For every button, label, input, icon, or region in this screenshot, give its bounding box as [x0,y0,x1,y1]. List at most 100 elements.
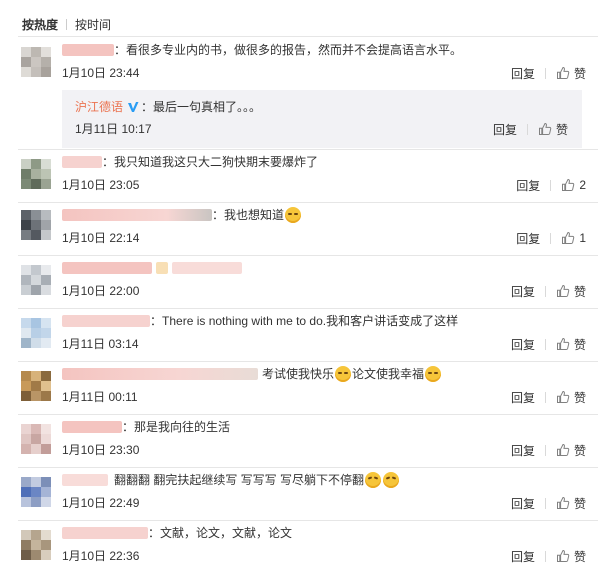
thumbs-up-icon [556,496,570,510]
divider [18,414,598,415]
sort-tabs: 按热度 按时间 [22,16,111,32]
comment-text: 文献，论文，文献，论文 [160,526,293,540]
thumbs-up-icon [556,390,570,404]
comment-item: ： There is nothing with me to do.我和客户讲话变… [18,313,598,359]
comment-item: 考试使我快乐 论文使我幸福 1月11日 00:11 回复 赞 [18,366,598,412]
avatar[interactable] [21,530,51,560]
avatar[interactable] [21,424,51,454]
reply-button[interactable]: 回复 [511,495,535,512]
comment-item: ： 我也想知道 1月10日 22:14 回复 1 [18,207,598,253]
thumbs-up-icon [561,178,575,192]
like-button[interactable]: 赞 [538,121,568,138]
reply-button[interactable]: 回复 [511,442,535,459]
reply-button[interactable]: 回复 [516,177,540,194]
like-count: 赞 [573,66,586,81]
comment-item: ： 看很多专业内的书，做很多的报告，然而并不会提高语言水平。 1月10日 23:… [18,40,598,90]
comment-time: 1月10日 22:00 [62,284,140,298]
username-blurred[interactable] [62,315,150,327]
thumbs-up-icon [538,122,552,136]
comment-time: 1月11日 00:11 [62,390,138,404]
reply-button[interactable]: 回复 [511,548,535,565]
comment-text: There is nothing with me to do.我和客户讲话变成了… [162,314,459,328]
comment-time: 1月10日 23:05 [62,178,140,192]
like-count: 2 [579,178,586,192]
laughing-emoji-icon [383,472,400,488]
thumbs-up-icon [556,443,570,457]
thumbs-up-icon [561,231,575,245]
username-blurred[interactable] [62,156,102,168]
reply-time: 1月11日 10:17 [75,122,152,136]
tab-sort-by-popularity[interactable]: 按热度 [22,16,58,33]
username-blurred[interactable] [62,209,212,221]
like-button[interactable]: 赞 [556,336,586,353]
reply-button[interactable]: 回复 [511,283,535,300]
comment-item: ： 那是我向往的生活 1月10日 23:30 回复 赞 [18,419,598,465]
comment-text: 论文使我幸福 [352,367,425,381]
avatar[interactable] [21,210,51,240]
emoji-icon [335,366,352,382]
emoji-icon [425,366,442,382]
reply-button[interactable]: 回复 [511,389,535,406]
like-button[interactable]: 赞 [556,442,586,459]
username-blurred[interactable] [62,44,114,56]
like-button[interactable]: 赞 [556,495,586,512]
divider [18,308,598,309]
like-button[interactable]: 赞 [556,389,586,406]
comment-text: 翻翻翻 翻完扶起继续写 写写写 写尽躺下不停翻 [114,473,365,487]
comment-text: 看很多专业内的书，做很多的报告，然而并不会提高语言水平。 [126,43,463,57]
avatar[interactable] [21,159,51,189]
username-blurred[interactable] [62,527,148,539]
reply-button[interactable]: 回复 [511,336,535,353]
tab-sort-by-time[interactable]: 按时间 [75,16,111,33]
username-blurred[interactable] [62,368,258,380]
like-count: 赞 [573,496,586,511]
thumbs-up-icon [556,549,570,563]
avatar[interactable] [21,477,51,507]
like-count: 赞 [555,122,568,137]
like-button[interactable]: 赞 [556,548,586,565]
comment-item: 翻翻翻 翻完扶起继续写 写写写 写尽躺下不停翻 1月10日 22:49 回复 赞 [18,472,598,518]
like-button[interactable]: 赞 [556,283,586,300]
like-button[interactable]: 1 [561,231,586,245]
comment-time: 1月10日 23:30 [62,443,140,457]
reply-button[interactable]: 回复 [516,230,540,247]
divider [18,361,598,362]
divider [18,149,598,150]
username-blurred[interactable] [62,474,108,486]
avatar[interactable] [21,47,51,77]
comment-item: 1月10日 22:00 回复 赞 [18,260,598,306]
divider [18,255,598,256]
like-button[interactable]: 赞 [556,65,586,82]
comment-time: 1月10日 23:44 [62,66,140,80]
avatar[interactable] [21,265,51,295]
like-count: 赞 [573,549,586,564]
laughing-emoji-icon [365,472,382,488]
comment-item: ： 我只知道我这只大二狗快期末要爆炸了 1月10日 23:05 回复 2 [18,154,598,200]
username-blurred[interactable] [62,262,152,274]
reply-author[interactable]: 沪江德语 [75,99,123,115]
username-blurred[interactable] [62,421,122,433]
comment-time: 1月10日 22:14 [62,231,140,245]
like-count: 赞 [573,284,586,299]
comment-item: ： 文献，论文，文献，论文 1月10日 22:36 回复 赞 [18,525,598,571]
reply-button[interactable]: 回复 [511,65,535,82]
divider [18,36,598,37]
like-count: 赞 [573,337,586,352]
like-count: 1 [579,231,586,245]
thumbs-up-icon [556,337,570,351]
avatar[interactable] [21,318,51,348]
reply-text: 最后一句真相了。。。 [153,100,262,114]
like-button[interactable]: 2 [561,178,586,192]
comment-time: 1月11日 03:14 [62,337,139,351]
avatar[interactable] [21,371,51,401]
thumbs-up-icon [556,66,570,80]
like-count: 赞 [573,390,586,405]
divider [18,202,598,203]
divider [18,520,598,521]
reply-button[interactable]: 回复 [493,121,517,138]
tab-divider [66,18,68,30]
comment-text: 我只知道我这只大二狗快期末要爆炸了 [114,155,319,169]
comment-text: 那是我向往的生活 [134,420,231,434]
comment-text: 考试使我快乐 [262,367,335,381]
like-count: 赞 [573,443,586,458]
